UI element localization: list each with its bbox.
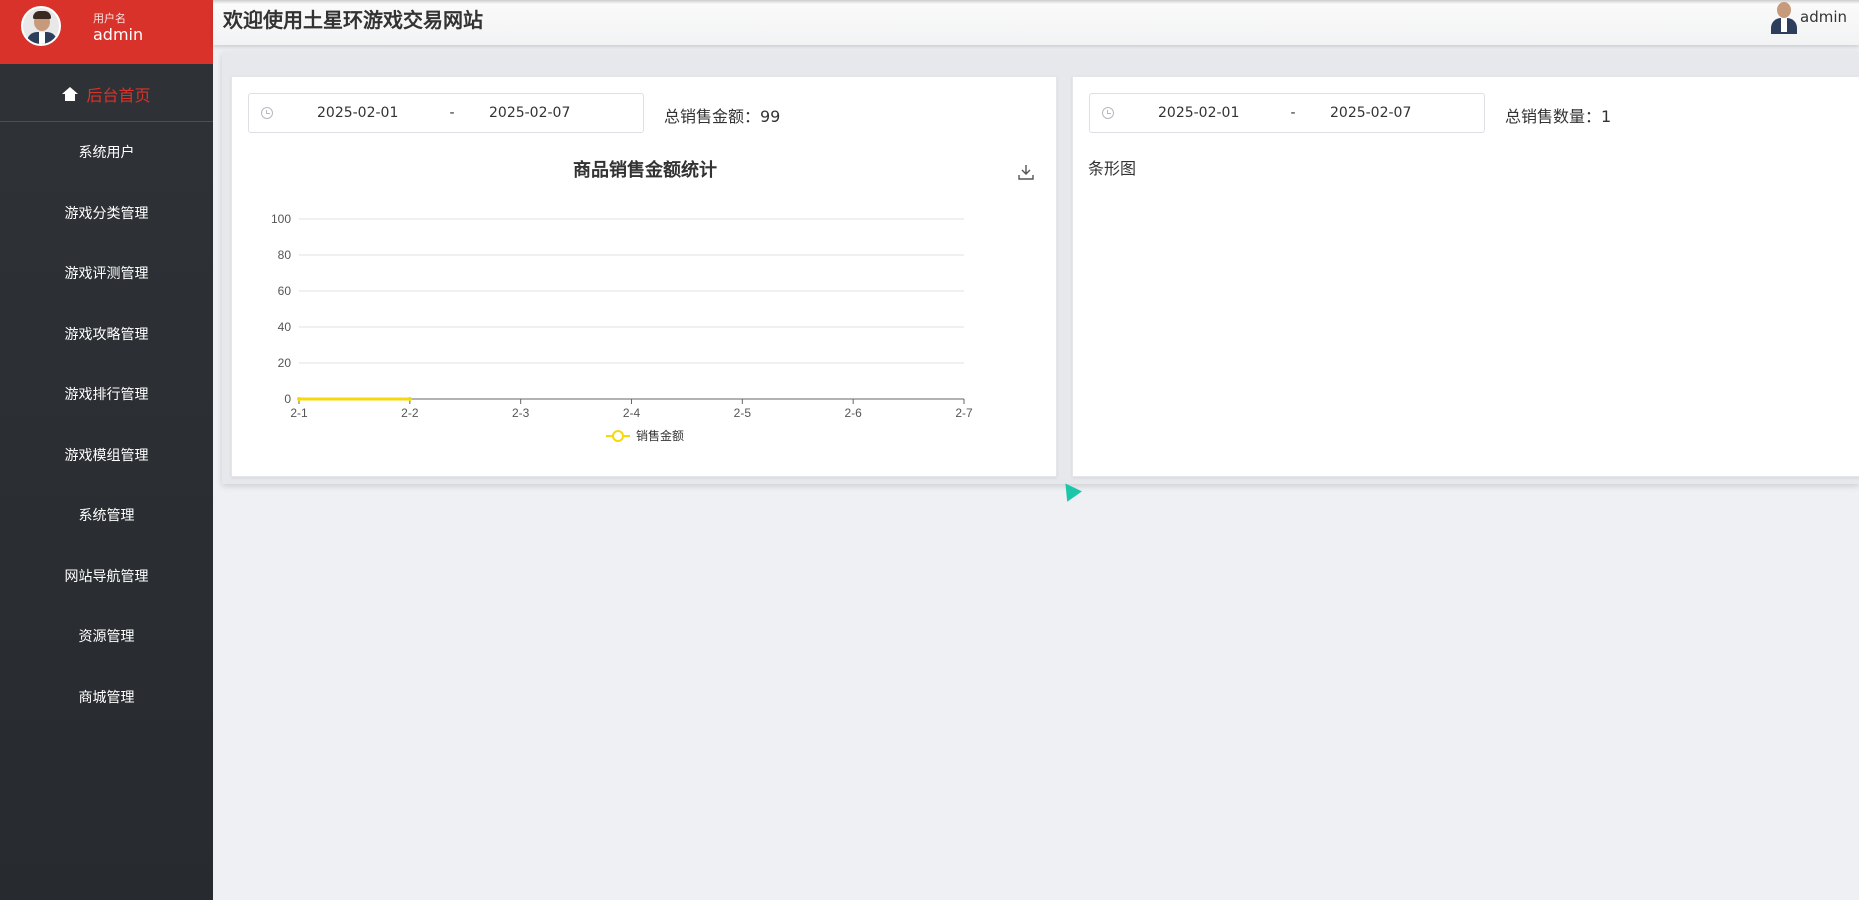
line-chart: 0 20 40 60 80 100 2-1 2-2 2-3 2-4 2-5 2-6 2-7 <box>271 212 973 420</box>
sales-amount-card: 2025-02-01 - 2025-02-07 总销售金额：99 商品销售金额统… <box>231 76 1057 477</box>
sidebar-item-system-manage[interactable]: 系统管理 <box>0 485 213 546</box>
y-tick-label: 0 <box>284 392 291 406</box>
x-tick-label: 2-7 <box>955 406 973 420</box>
dashboard-panel: 2025-02-01 - 2025-02-07 总销售金额：99 商品销售金额统… <box>222 52 1859 484</box>
sidebar-item-game-mod[interactable]: 游戏模组管理 <box>0 425 213 486</box>
date-range-picker[interactable]: 2025-02-01 - 2025-02-07 <box>248 93 644 133</box>
sidebar-item-game-category[interactable]: 游戏分类管理 <box>0 183 213 244</box>
sidebar-item-game-ranking[interactable]: 游戏排行管理 <box>0 364 213 425</box>
top-header: 欢迎使用土星环游戏交易网站 admin <box>213 0 1859 45</box>
x-tick-label: 2-4 <box>623 406 641 420</box>
x-tick-label: 2-5 <box>734 406 752 420</box>
date-start[interactable]: 2025-02-01 <box>317 105 427 121</box>
y-tick-label: 40 <box>278 320 292 334</box>
header-username[interactable]: admin <box>1800 8 1847 26</box>
data-point <box>297 397 301 401</box>
x-tick-label: 2-6 <box>844 406 862 420</box>
y-tick-label: 100 <box>271 212 291 226</box>
bar-chart-title: 条形图 <box>1088 159 1137 178</box>
x-tick-label: 2-2 <box>401 406 419 420</box>
clock-icon <box>261 107 273 119</box>
sidebar-item-site-nav[interactable]: 网站导航管理 <box>0 546 213 607</box>
sidebar-item-shop[interactable]: 商城管理 <box>0 667 213 728</box>
chart-legend[interactable]: 销售金额 <box>606 427 684 444</box>
sidebar-item-system-users[interactable]: 系统用户 <box>0 122 213 183</box>
date-end-right[interactable]: 2025-02-07 <box>1330 105 1411 121</box>
sidebar-home-label: 后台首页 <box>86 85 151 105</box>
sidebar-item-home[interactable]: 后台首页 <box>0 66 213 122</box>
site-title: 欢迎使用土星环游戏交易网站 <box>223 8 483 32</box>
sidebar-item-game-guide[interactable]: 游戏攻略管理 <box>0 304 213 365</box>
user-name: admin <box>93 25 144 44</box>
home-icon <box>62 86 79 101</box>
clock-icon <box>1102 107 1114 119</box>
y-tick-label: 80 <box>278 248 292 262</box>
total-sales-quantity: 总销售数量：1 <box>1505 107 1612 126</box>
date-separator: - <box>449 105 455 121</box>
data-point <box>407 397 412 401</box>
date-start-right[interactable]: 2025-02-01 <box>1158 105 1268 121</box>
date-end[interactable]: 2025-02-07 <box>489 105 570 121</box>
date-separator-right: - <box>1290 105 1296 121</box>
total-sales-amount: 总销售金额：99 <box>664 107 781 126</box>
date-range-picker-right[interactable]: 2025-02-01 - 2025-02-07 <box>1089 93 1485 133</box>
sidebar-item-game-review[interactable]: 游戏评测管理 <box>0 243 213 304</box>
x-tick-label: 2-3 <box>512 406 530 420</box>
x-tick-label: 2-1 <box>290 406 308 420</box>
legend-label: 销售金额 <box>636 429 685 443</box>
user-label: 用户名 <box>93 12 126 25</box>
user-box: 用户名 admin <box>0 0 213 64</box>
sales-quantity-card: 2025-02-01 - 2025-02-07 总销售数量：1 条形图 <box>1072 76 1859 477</box>
avatar[interactable] <box>21 6 61 46</box>
y-tick-label: 60 <box>278 284 292 298</box>
sidebar: 用户名 admin 后台首页 系统用户 游戏分类管理 游戏评测管理 游戏攻略管理… <box>0 0 213 900</box>
chart-title: 商品销售金额统计 <box>573 160 717 181</box>
download-icon[interactable] <box>1017 163 1035 181</box>
header-avatar[interactable] <box>1769 0 1799 34</box>
legend-line-marker <box>606 429 630 442</box>
sidebar-item-resources[interactable]: 资源管理 <box>0 606 213 667</box>
y-tick-label: 20 <box>278 356 292 370</box>
